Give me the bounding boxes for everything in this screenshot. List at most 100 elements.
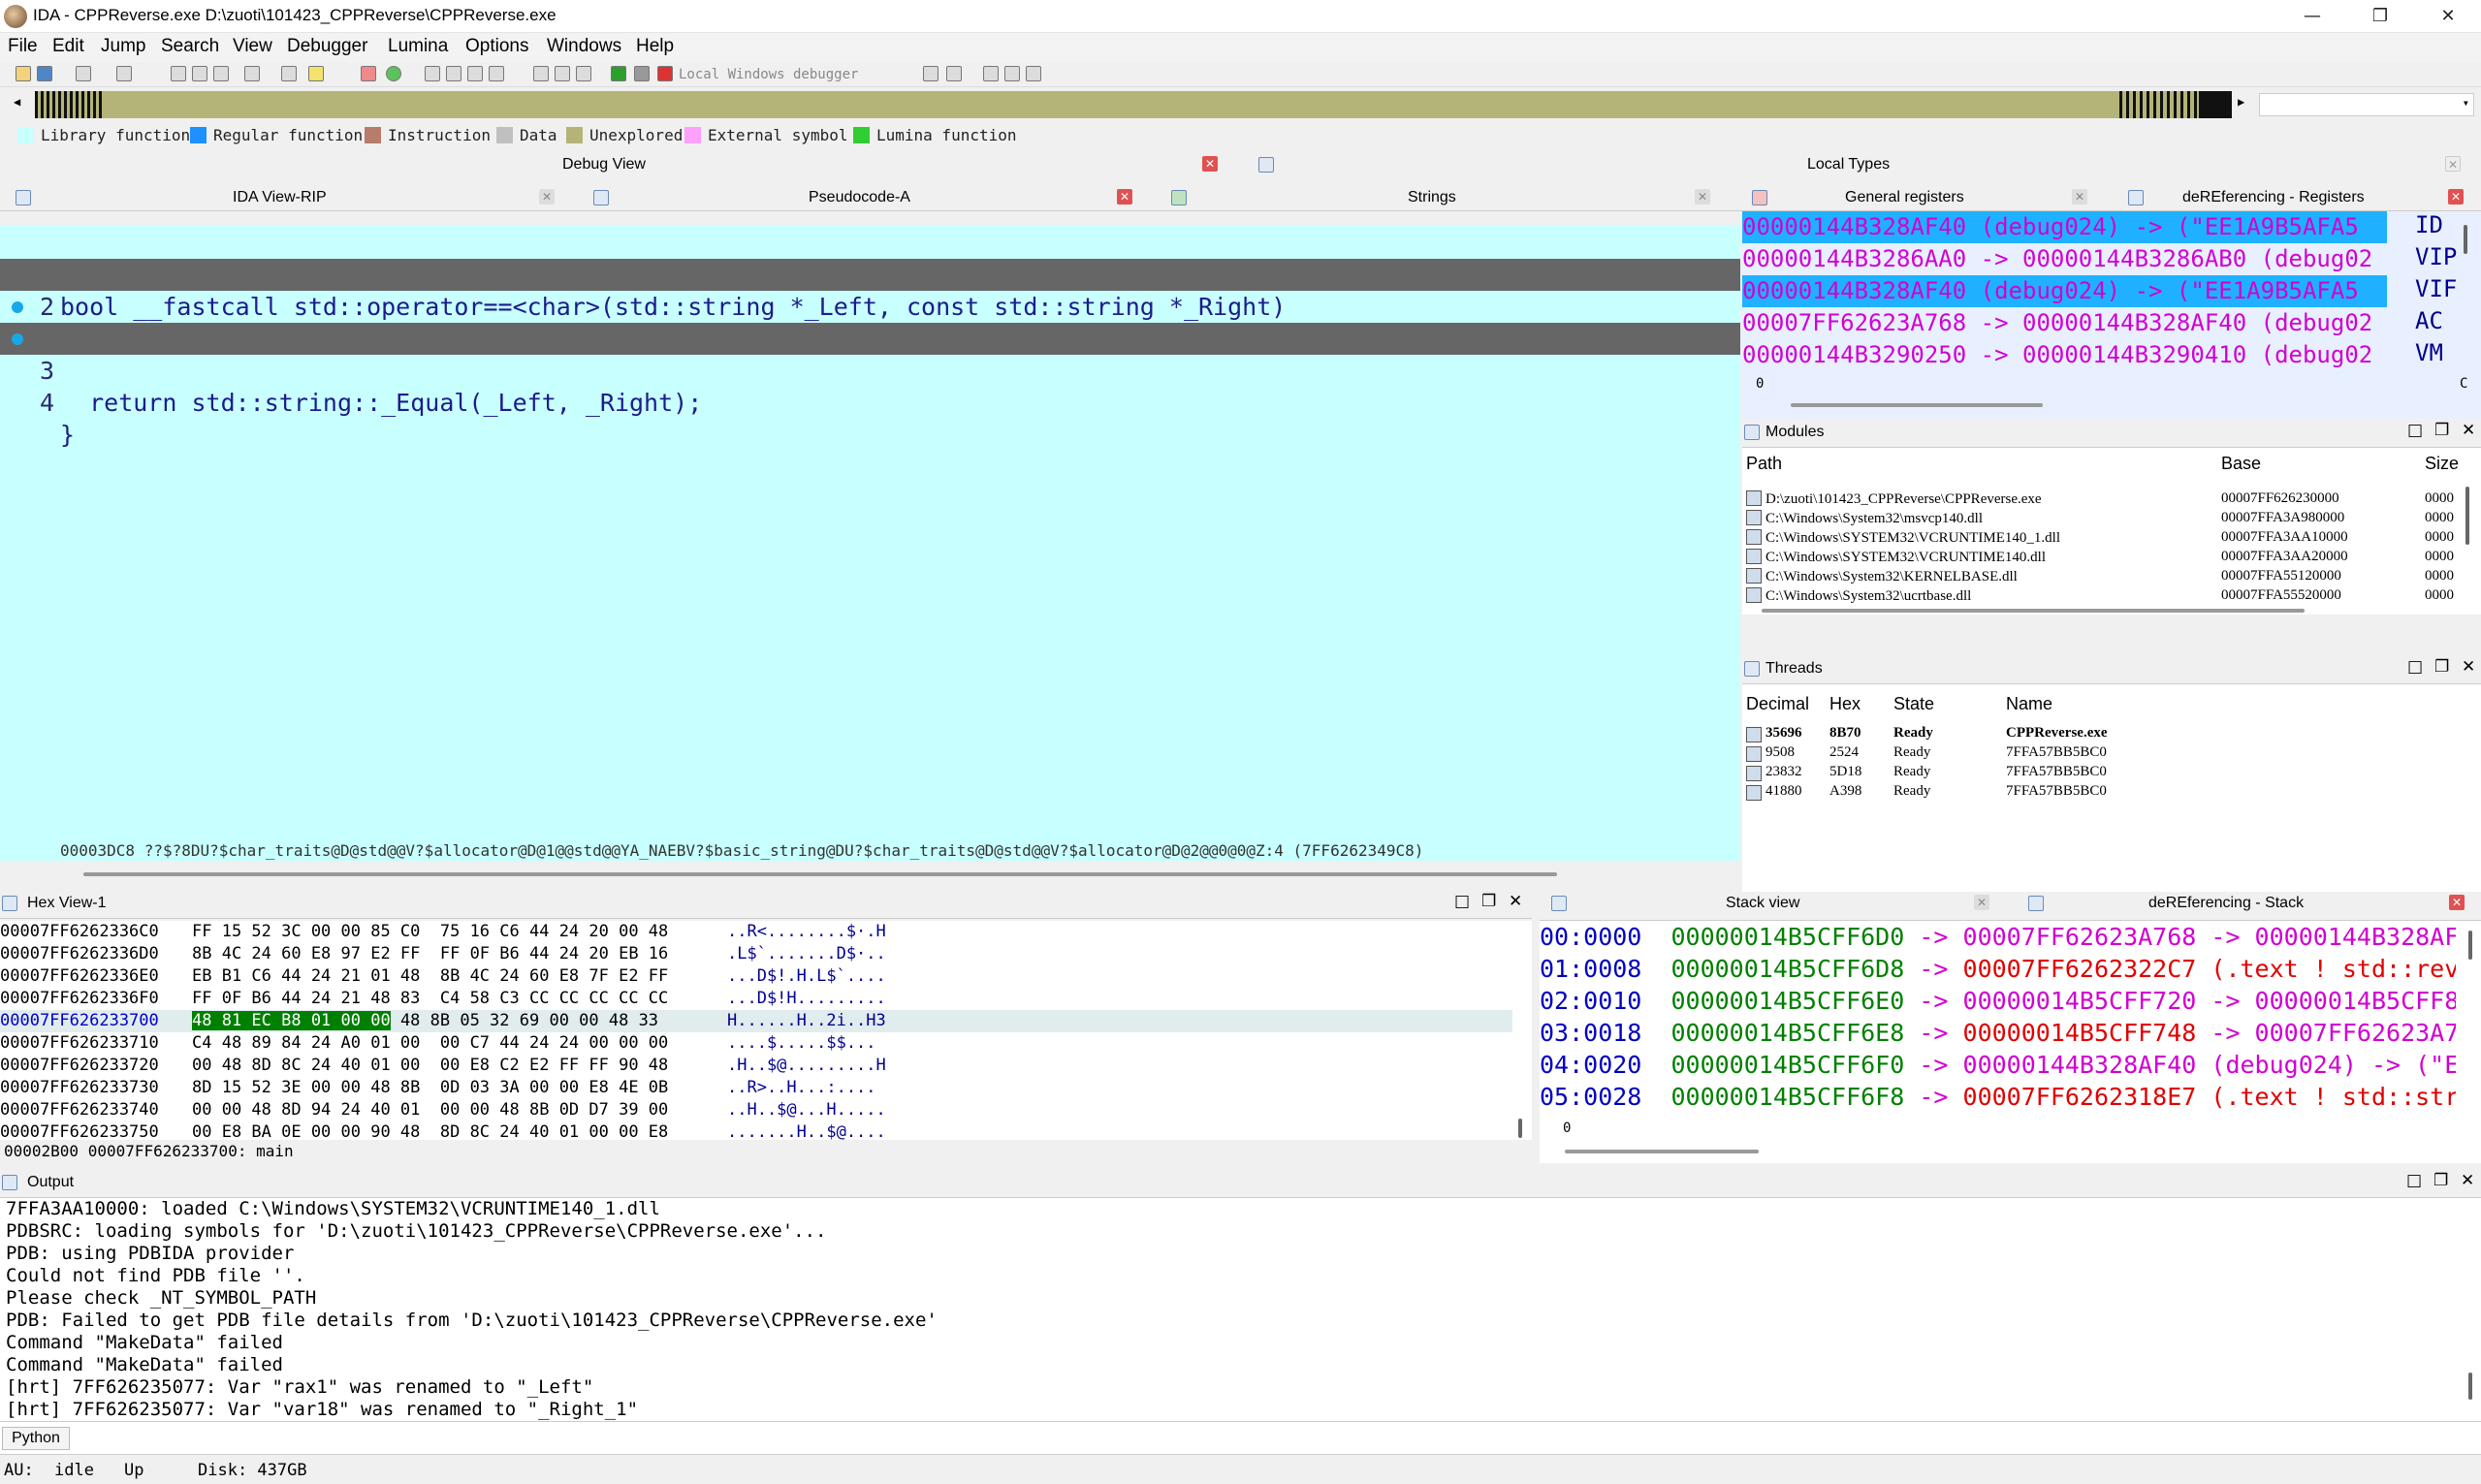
column-header[interactable]: Name <box>2006 694 2052 714</box>
search-icon[interactable] <box>171 66 186 81</box>
debugger-select[interactable]: Local Windows debugger <box>679 65 909 84</box>
stack-value[interactable]: 00000014B5CFF748 <box>1963 1019 2197 1047</box>
thread-row[interactable]: 41880 A398 Ready 7FFA57BB5BC0 <box>1742 783 2481 803</box>
data-icon[interactable] <box>446 66 461 81</box>
stack-address[interactable]: 00000014B5CFF6E8 <box>1670 1019 1904 1047</box>
hex-row[interactable]: 00007FF626233720 00 48 8D 8C 24 40 01 00 … <box>0 1055 1512 1077</box>
function-icon[interactable] <box>361 66 376 81</box>
scrollbar-thumb[interactable] <box>1791 403 2043 407</box>
close-icon[interactable]: ✕ <box>2445 156 2461 172</box>
undo-icon[interactable] <box>281 66 297 81</box>
stack-value[interactable]: 00007FF62623A768 <box>1963 923 2197 951</box>
restore-button[interactable]: ❐ <box>2346 0 2414 33</box>
thread-row[interactable]: 35696 8B70 Ready CPPReverse.exe <box>1742 725 2481 744</box>
close-icon[interactable]: ✕ <box>2462 657 2475 677</box>
module-row[interactable]: C:\Windows\System32\msvcp140.dll 00007FFA… <box>1742 510 2481 529</box>
code-icon[interactable] <box>425 66 440 81</box>
hex-address[interactable]: 00007FF626233750 <box>0 1121 159 1140</box>
float-icon[interactable]: ❐ <box>2433 1171 2448 1190</box>
hex-selected-bytes[interactable]: 48 81 EC B8 01 00 00 <box>192 1011 391 1030</box>
hex-bytes[interactable]: 8B 4C 24 60 E8 97 E2 FF FF 0F B6 44 24 2… <box>192 943 668 965</box>
stack-address[interactable]: 00000014B5CFF6D0 <box>1670 923 1904 951</box>
column-header[interactable]: State <box>1893 694 1934 714</box>
stack-value[interactable]: 00007FF6262318E7 <box>1963 1083 2197 1111</box>
module-row[interactable]: C:\Windows\System32\ucrtbase.dll 00007FFA… <box>1742 587 2481 607</box>
code-line[interactable]: 4 } <box>0 323 1740 449</box>
stack-value[interactable]: 00007FF6262322C7 <box>1963 955 2197 983</box>
stack-address[interactable]: 00000014B5CFF6F0 <box>1670 1051 1904 1079</box>
back-icon[interactable] <box>76 66 91 81</box>
scrollbar-thumb[interactable] <box>2464 225 2467 254</box>
stack-row[interactable]: 03:0018 00000014B5CFF6E8 -> 00000014B5CF… <box>1540 1017 2456 1049</box>
module-row[interactable]: C:\Windows\System32\KERNELBASE.dll 00007F… <box>1742 568 2481 587</box>
hex-row[interactable]: 00007FF626233730 8D 15 52 3E 00 00 48 8B … <box>0 1077 1512 1099</box>
stack-address[interactable]: 00000014B5CFF6D8 <box>1670 955 1904 983</box>
menu-help[interactable]: Help <box>636 36 674 57</box>
output-log[interactable]: 7FFA3AA10000: loaded C:\Windows\SYSTEM32… <box>0 1198 2481 1421</box>
close-icon[interactable]: ✕ <box>2462 421 2475 440</box>
maximize-icon[interactable]: □ <box>2407 657 2423 677</box>
tab-general-registers[interactable]: General registers <box>1845 189 1964 206</box>
register-row[interactable]: 00000144B328AF40 (debug024) -> ("EE1A9B5… <box>1742 211 2387 243</box>
hex-address[interactable]: 00007FF626233700 <box>0 1010 159 1032</box>
hex-address[interactable]: 00007FF6262336D0 <box>0 943 159 965</box>
stack-address[interactable]: 00000014B5CFF6F8 <box>1670 1083 1904 1111</box>
breakpoint-icon[interactable] <box>576 66 591 81</box>
close-icon[interactable]: ✕ <box>1202 156 1218 172</box>
hex-address[interactable]: 00007FF626233740 <box>0 1099 159 1121</box>
menu-windows[interactable]: Windows <box>547 36 621 57</box>
column-header[interactable]: Path <box>1746 454 1782 474</box>
local-types-title[interactable]: Local Types <box>1807 156 1890 174</box>
register-row[interactable]: 00000144B328AF40 (debug024) -> ("EE1A9B5… <box>1742 275 2387 307</box>
navigation-combo[interactable]: ▾ <box>2259 93 2474 116</box>
hex-address[interactable]: 00007FF6262336E0 <box>0 965 159 988</box>
module-row[interactable]: C:\Windows\SYSTEM32\VCRUNTIME140_1.dll 00… <box>1742 529 2481 549</box>
stack-row[interactable]: 01:0008 00000014B5CFF6D8 -> 00007FF62623… <box>1540 953 2456 985</box>
stack-value[interactable]: 00000014B5CFF720 <box>1963 987 2197 1015</box>
menu-view[interactable]: View <box>233 36 272 57</box>
hex-row[interactable]: 00007FF626233740 00 00 48 8D 94 24 40 01 … <box>0 1099 1512 1121</box>
code-text[interactable]: return std::string::_Equal(_Left, _Right… <box>60 387 702 419</box>
tab-deref-registers[interactable]: deREferencing - Registers <box>2182 189 2365 206</box>
hex-address[interactable]: 00007FF626233710 <box>0 1032 159 1055</box>
breakpoint-dot-icon[interactable] <box>12 301 23 313</box>
close-icon[interactable]: ✕ <box>1974 895 1989 910</box>
hex-address[interactable]: 00007FF6262336F0 <box>0 988 159 1010</box>
hex-bytes[interactable]: 00 E8 BA 0E 00 00 90 48 8D 8C 24 40 01 0… <box>192 1121 668 1140</box>
list-outdent-icon[interactable] <box>1026 66 1041 81</box>
hex-address[interactable]: 00007FF6262336C0 <box>0 921 159 943</box>
pseudocode-view[interactable]: 1 bool __fastcall std::operator==<char>(… <box>0 225 1740 861</box>
scrollbar-thumb[interactable] <box>1762 609 2305 613</box>
tab-ida-view[interactable]: IDA View-RIP <box>233 189 327 206</box>
stack-row[interactable]: 00:0000 00000014B5CFF6D0 -> 00007FF62623… <box>1540 921 2456 953</box>
tab-pseudocode[interactable]: Pseudocode-A <box>809 189 910 206</box>
list-indent-icon[interactable] <box>1004 66 1020 81</box>
hex-bytes[interactable]: 00 48 8D 8C 24 40 01 00 00 E8 C2 E2 FF F… <box>192 1055 668 1077</box>
enum-icon[interactable] <box>489 66 504 81</box>
close-icon[interactable]: ✕ <box>2449 895 2465 910</box>
float-icon[interactable]: ❐ <box>2434 421 2449 440</box>
scrollbar-thumb[interactable] <box>83 872 1557 876</box>
close-icon[interactable]: ✕ <box>1117 189 1132 205</box>
hex-row[interactable]: 00007FF6262336D0 8B 4C 24 60 E8 97 E2 FF … <box>0 943 1512 965</box>
stack-row[interactable]: 05:0028 00000014B5CFF6F8 -> 00007FF62623… <box>1540 1081 2456 1113</box>
menu-edit[interactable]: Edit <box>52 36 84 57</box>
graph-icon[interactable] <box>555 66 570 81</box>
maximize-icon[interactable]: □ <box>2406 1171 2422 1190</box>
pseudocode-hscroll[interactable] <box>0 861 1740 894</box>
search-binary-icon[interactable] <box>192 66 207 81</box>
close-icon[interactable]: ✕ <box>2072 189 2087 205</box>
segment-icon[interactable] <box>533 66 549 81</box>
column-header[interactable]: Decimal <box>1746 694 1809 714</box>
hex-row[interactable]: 00007FF6262336E0 EB B1 C6 44 24 21 01 48 … <box>0 965 1512 988</box>
python-button[interactable]: Python <box>2 1427 70 1450</box>
tab-strings[interactable]: Strings <box>1408 189 1456 206</box>
maximize-icon[interactable]: □ <box>1454 892 1470 911</box>
hex-row[interactable]: 00007FF626233700 48 81 EC B8 01 00 00 48 … <box>0 1010 1512 1032</box>
search-text-icon[interactable] <box>213 66 229 81</box>
float-icon[interactable]: ❐ <box>2434 657 2449 677</box>
code-line[interactable]: 3 return std::string::_Equal(_Left, _Rig… <box>0 291 1740 417</box>
scrollbar-thumb[interactable] <box>2468 931 2472 960</box>
hex-bytes[interactable]: 48 81 EC B8 01 00 00 48 8B 05 32 69 00 0… <box>192 1010 658 1032</box>
register-value[interactable]: 00000144B328AF40 <box>1742 213 1966 240</box>
